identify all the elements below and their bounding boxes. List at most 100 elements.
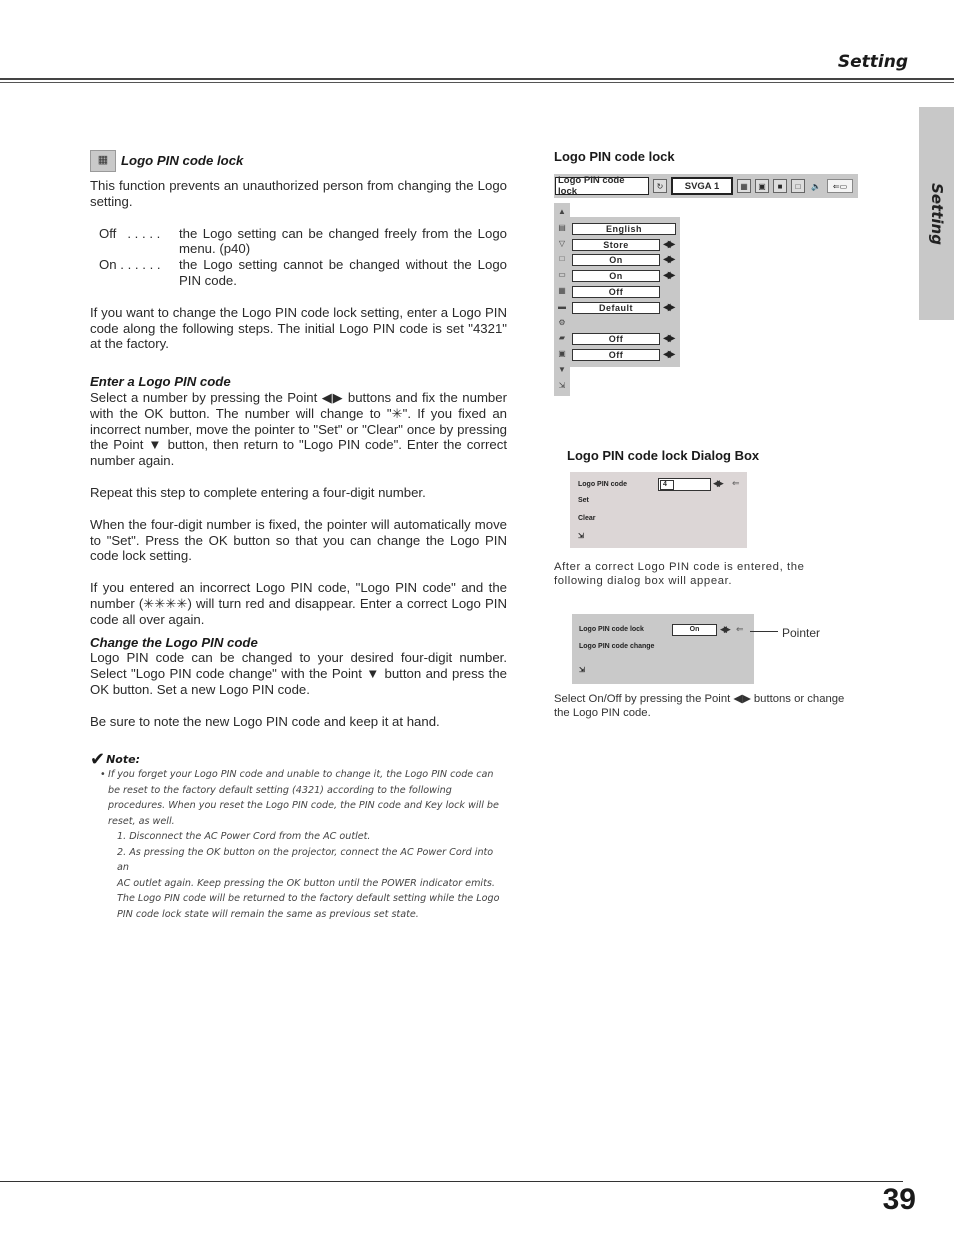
exit-icon[interactable]: ⇲ xyxy=(579,666,585,674)
pc-adjust-icon[interactable]: ↻ xyxy=(653,179,667,193)
submenu-row-icon[interactable]: ▬ xyxy=(557,302,567,312)
left-right-arrows-icon[interactable]: ◀▶ xyxy=(663,239,676,251)
submenu-row-icon[interactable]: ▦ xyxy=(557,286,567,296)
note-block: ✔Note: If you forget your Logo PIN code … xyxy=(90,748,507,923)
option-key: Off . . . . . xyxy=(99,225,161,241)
submenu-row-value[interactable]: On xyxy=(572,254,660,267)
header-rule-thin xyxy=(0,82,954,83)
pin-change-option[interactable]: Logo PIN code change xyxy=(579,643,654,650)
enter-pin-heading: Enter a Logo PIN code xyxy=(90,374,231,390)
submenu-row[interactable]: ▰ Off ◀▶ xyxy=(554,333,680,346)
section-title: Setting xyxy=(837,52,908,72)
submenu-row-icon[interactable]: ▤ xyxy=(557,223,567,233)
submenu-row-value[interactable]: Store xyxy=(572,238,660,251)
section-heading: ▦ Logo PIN code lock xyxy=(90,150,507,172)
option-off: Off . . . . . the Logo setting can be ch… xyxy=(99,226,507,258)
option-key: On . . . . . . xyxy=(99,257,161,273)
option-desc: the Logo setting can be changed freely f… xyxy=(179,225,507,257)
section-title-logo-pin-code-lock: Logo PIN code lock xyxy=(121,153,244,169)
submenu-row[interactable]: ▲ xyxy=(554,207,680,220)
enter-pin-p4: If you entered an incorrect Logo PIN cod… xyxy=(90,580,507,627)
intro-paragraph: This function prevents an unauthorized p… xyxy=(90,178,507,209)
option-on: On . . . . . . the Logo setting cannot b… xyxy=(99,257,507,289)
menu-bar: Logo PIN code lock ↻ SVGA 1 ▦ ▣ ■ □ 🔈 ⇐▭ xyxy=(554,174,858,198)
left-right-arrows-icon: ◀▶ xyxy=(713,478,724,488)
clear-option[interactable]: Clear xyxy=(578,515,596,522)
enter-pin-p2: Repeat this step to complete entering a … xyxy=(90,484,426,500)
menu-figure-label: Logo PIN code lock xyxy=(554,149,675,164)
submenu-row-value[interactable]: Off xyxy=(572,333,660,346)
submenu-row-icon[interactable]: ▰ xyxy=(557,333,567,343)
dialog1-caption: After a correct Logo PIN code is entered… xyxy=(554,561,805,587)
pin-code-label: Logo PIN code xyxy=(578,481,627,488)
left-right-arrows-icon[interactable]: ◀▶ xyxy=(663,349,676,361)
pin-code-input[interactable]: 4 xyxy=(658,478,711,491)
submenu-row-icon[interactable]: ▽ xyxy=(557,239,567,249)
menu-selected-item[interactable]: Logo PIN code lock xyxy=(555,175,649,197)
submenu-row-icon[interactable]: ▭ xyxy=(557,270,567,280)
submenu-row-icon[interactable]: ⚙ xyxy=(557,318,567,328)
left-right-arrows-icon[interactable]: ◀▶ xyxy=(663,333,676,345)
screen-icon[interactable]: ■ xyxy=(773,179,787,193)
change-pin-p2: Be sure to note the new Logo PIN code an… xyxy=(90,713,440,729)
submenu-row-value[interactable]: English xyxy=(572,222,676,235)
page-number: 39 xyxy=(882,1183,916,1216)
submenu-row-icon[interactable]: ⇲ xyxy=(557,381,567,391)
pointer-callout-line xyxy=(750,631,778,632)
submenu-row[interactable]: ⇲ xyxy=(554,381,680,394)
left-right-arrows-icon[interactable]: ◀▶ xyxy=(663,254,676,266)
source-display[interactable]: SVGA 1 xyxy=(671,177,733,195)
note-title: Note: xyxy=(106,752,140,766)
exit-icon[interactable]: ⇲ xyxy=(578,532,584,540)
submenu-row-icon[interactable]: ▣ xyxy=(557,349,567,359)
left-right-arrows-icon[interactable]: ◀▶ xyxy=(663,302,676,314)
left-column: ▦ Logo PIN code lock This function preve… xyxy=(90,150,507,922)
set-option[interactable]: Set xyxy=(578,497,589,504)
submenu-row[interactable]: ▣ Off ◀▶ xyxy=(554,349,680,362)
pin-lock-dialog: Logo PIN code lock On ◀▶ ⇐ Logo PIN code… xyxy=(572,614,754,684)
submenu-row-value[interactable]: On xyxy=(572,270,660,283)
instructions-paragraph: If you want to change the Logo PIN code … xyxy=(90,304,507,352)
setting-icon[interactable]: □ xyxy=(791,179,805,193)
submenu-row[interactable]: ▬ Default ◀▶ xyxy=(554,301,680,315)
left-right-arrows-icon: ◀▶ xyxy=(720,624,731,634)
submenu-row[interactable]: □ On ◀▶ xyxy=(554,254,680,267)
dialog2-caption: Select On/Off by pressing the Point ◀▶ b… xyxy=(554,693,845,719)
submenu-row-icon[interactable]: ▲ xyxy=(557,207,567,217)
submenu-row-value[interactable]: Off xyxy=(572,349,660,362)
setting-selected-icon[interactable]: ⇐▭ xyxy=(827,179,853,193)
submenu-row[interactable]: ⚙ xyxy=(554,318,680,331)
submenu-row-value[interactable]: Off xyxy=(572,286,660,298)
header-rule xyxy=(0,78,954,80)
option-desc: the Logo setting cannot be changed witho… xyxy=(179,257,507,288)
submenu-row[interactable]: ▦ Off xyxy=(554,286,680,299)
change-pin-p1: Logo PIN code can be changed to your des… xyxy=(90,650,507,697)
submenu-row-value[interactable]: Default xyxy=(572,301,660,314)
sound-icon[interactable]: 🔈 xyxy=(809,179,823,193)
logo-pin-lock-icon: ▦ xyxy=(90,150,116,172)
note-step-2c: The Logo PIN code will be returned to th… xyxy=(117,893,500,920)
pin-entry-dialog: Logo PIN code 4 ◀▶ ⇐ Set Clear ⇲ xyxy=(570,472,747,548)
pointer-arrow-icon: ⇐ xyxy=(736,624,744,634)
note-step-1: 1. Disconnect the AC Power Cord from the… xyxy=(117,831,371,843)
submenu-row[interactable]: ▭ On ◀▶ xyxy=(554,270,680,283)
pin-lock-value[interactable]: On xyxy=(672,624,717,636)
submenu-row[interactable]: ▽ Store ◀▶ xyxy=(554,238,680,252)
enter-pin-p1: Select a number by pressing the Point ◀▶… xyxy=(90,389,507,469)
dialog-figure-label: Logo PIN code lock Dialog Box xyxy=(567,448,760,463)
submenu-row-icon[interactable]: ▼ xyxy=(557,365,567,375)
submenu-row-icon[interactable]: □ xyxy=(557,254,567,264)
pin-digit: 4 xyxy=(660,480,674,490)
left-right-arrows-icon[interactable]: ◀▶ xyxy=(663,270,676,282)
setting-submenu: ▲ ▤ English ▽ Store ◀▶ □ On ◀▶ ▭ On ◀▶ ▦ Off ▬ Default ◀… xyxy=(554,203,680,396)
image-adjust-icon[interactable]: ▣ xyxy=(755,179,769,193)
image-select-icon[interactable]: ▦ xyxy=(737,179,751,193)
enter-pin-p3: When the four-digit number is fixed, the… xyxy=(90,516,507,564)
change-pin-heading: Change the Logo PIN code xyxy=(90,634,258,650)
pointer-arrow-icon: ⇐ xyxy=(732,478,740,488)
submenu-row[interactable]: ▼ xyxy=(554,365,680,378)
note-step-2b: AC outlet again. Keep pressing the OK bu… xyxy=(117,877,495,889)
checkmark-icon: ✔ xyxy=(90,748,106,770)
footer-rule xyxy=(0,1181,903,1182)
submenu-row[interactable]: ▤ English xyxy=(554,222,680,236)
